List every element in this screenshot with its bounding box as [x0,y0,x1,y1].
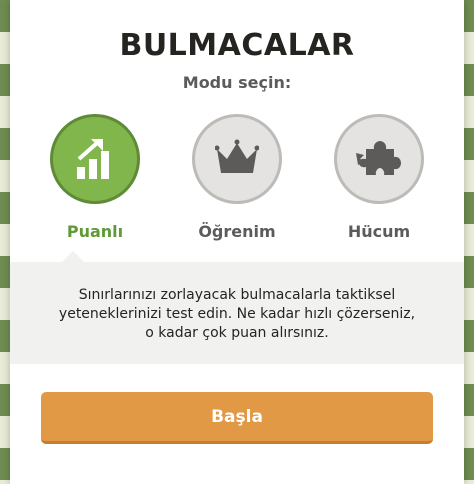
mode-description: Sınırlarınızı zorlayacak bulmacalarla ta… [30,286,444,343]
mode-circle-learning [192,114,282,204]
mode-option-rated[interactable]: Puanlı [35,114,155,241]
puzzle-piece-icon [356,141,401,175]
mode-circle-rated [50,114,140,204]
crown-icon [215,139,259,173]
mode-prompt: Modu seçin: [182,73,292,92]
description-line-3: o kadar çok puan alırsınız. [145,325,329,341]
mode-label-learning: Öğrenim [198,222,276,241]
mode-option-rush[interactable]: Hücum [319,114,439,241]
mode-label-rush: Hücum [347,222,411,241]
puzzles-modal: BULMACALAR Modu seçin: Puanlı Öğrenim Hü… [10,0,464,484]
mode-label-rated: Puanlı [66,222,124,241]
modal-title: BULMACALAR [119,28,355,63]
description-pointer [62,251,84,262]
mode-option-learning[interactable]: Öğrenim [177,114,297,241]
start-button[interactable]: Başla [41,392,433,444]
mode-circle-rush [334,114,424,204]
description-line-1: Sınırlarınızı zorlayacak bulmacalarla ta… [78,287,396,303]
description-line-2: yeteneklerinizi test edin. Ne kadar hızl… [58,306,416,322]
chart-bars-arrow-icon [77,139,109,179]
